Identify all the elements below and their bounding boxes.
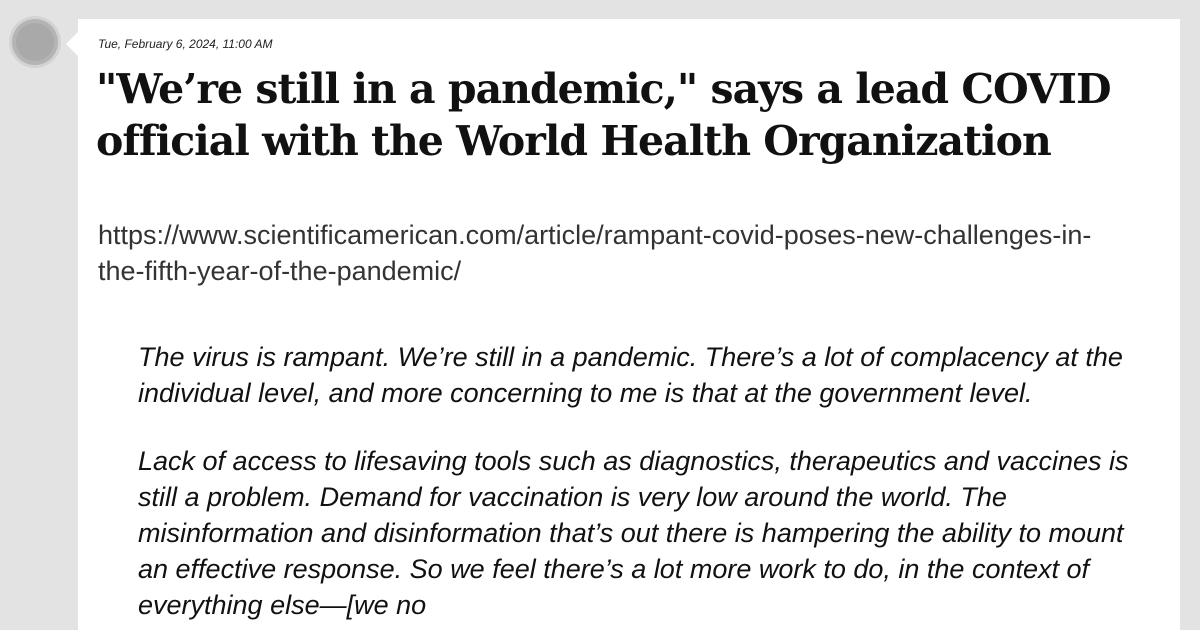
article-link[interactable]: https://www.scientificamerican.com/artic… xyxy=(98,217,1098,289)
post-timestamp: Tue, February 6, 2024, 11:00 AM xyxy=(98,37,273,51)
quote-paragraph: The virus is rampant. We’re still in a p… xyxy=(138,342,1123,408)
card-pointer xyxy=(66,32,78,56)
post-card: Tue, February 6, 2024, 11:00 AM "We’re s… xyxy=(78,19,1180,630)
post-title: "We’re still in a pandemic," says a lead… xyxy=(96,65,1112,165)
avatar[interactable] xyxy=(12,19,58,65)
quote-block: The virus is rampant. We’re still in a p… xyxy=(138,339,1138,630)
avatar-image xyxy=(16,23,54,61)
quote-paragraph: Lack of access to lifesaving tools such … xyxy=(138,446,1129,620)
